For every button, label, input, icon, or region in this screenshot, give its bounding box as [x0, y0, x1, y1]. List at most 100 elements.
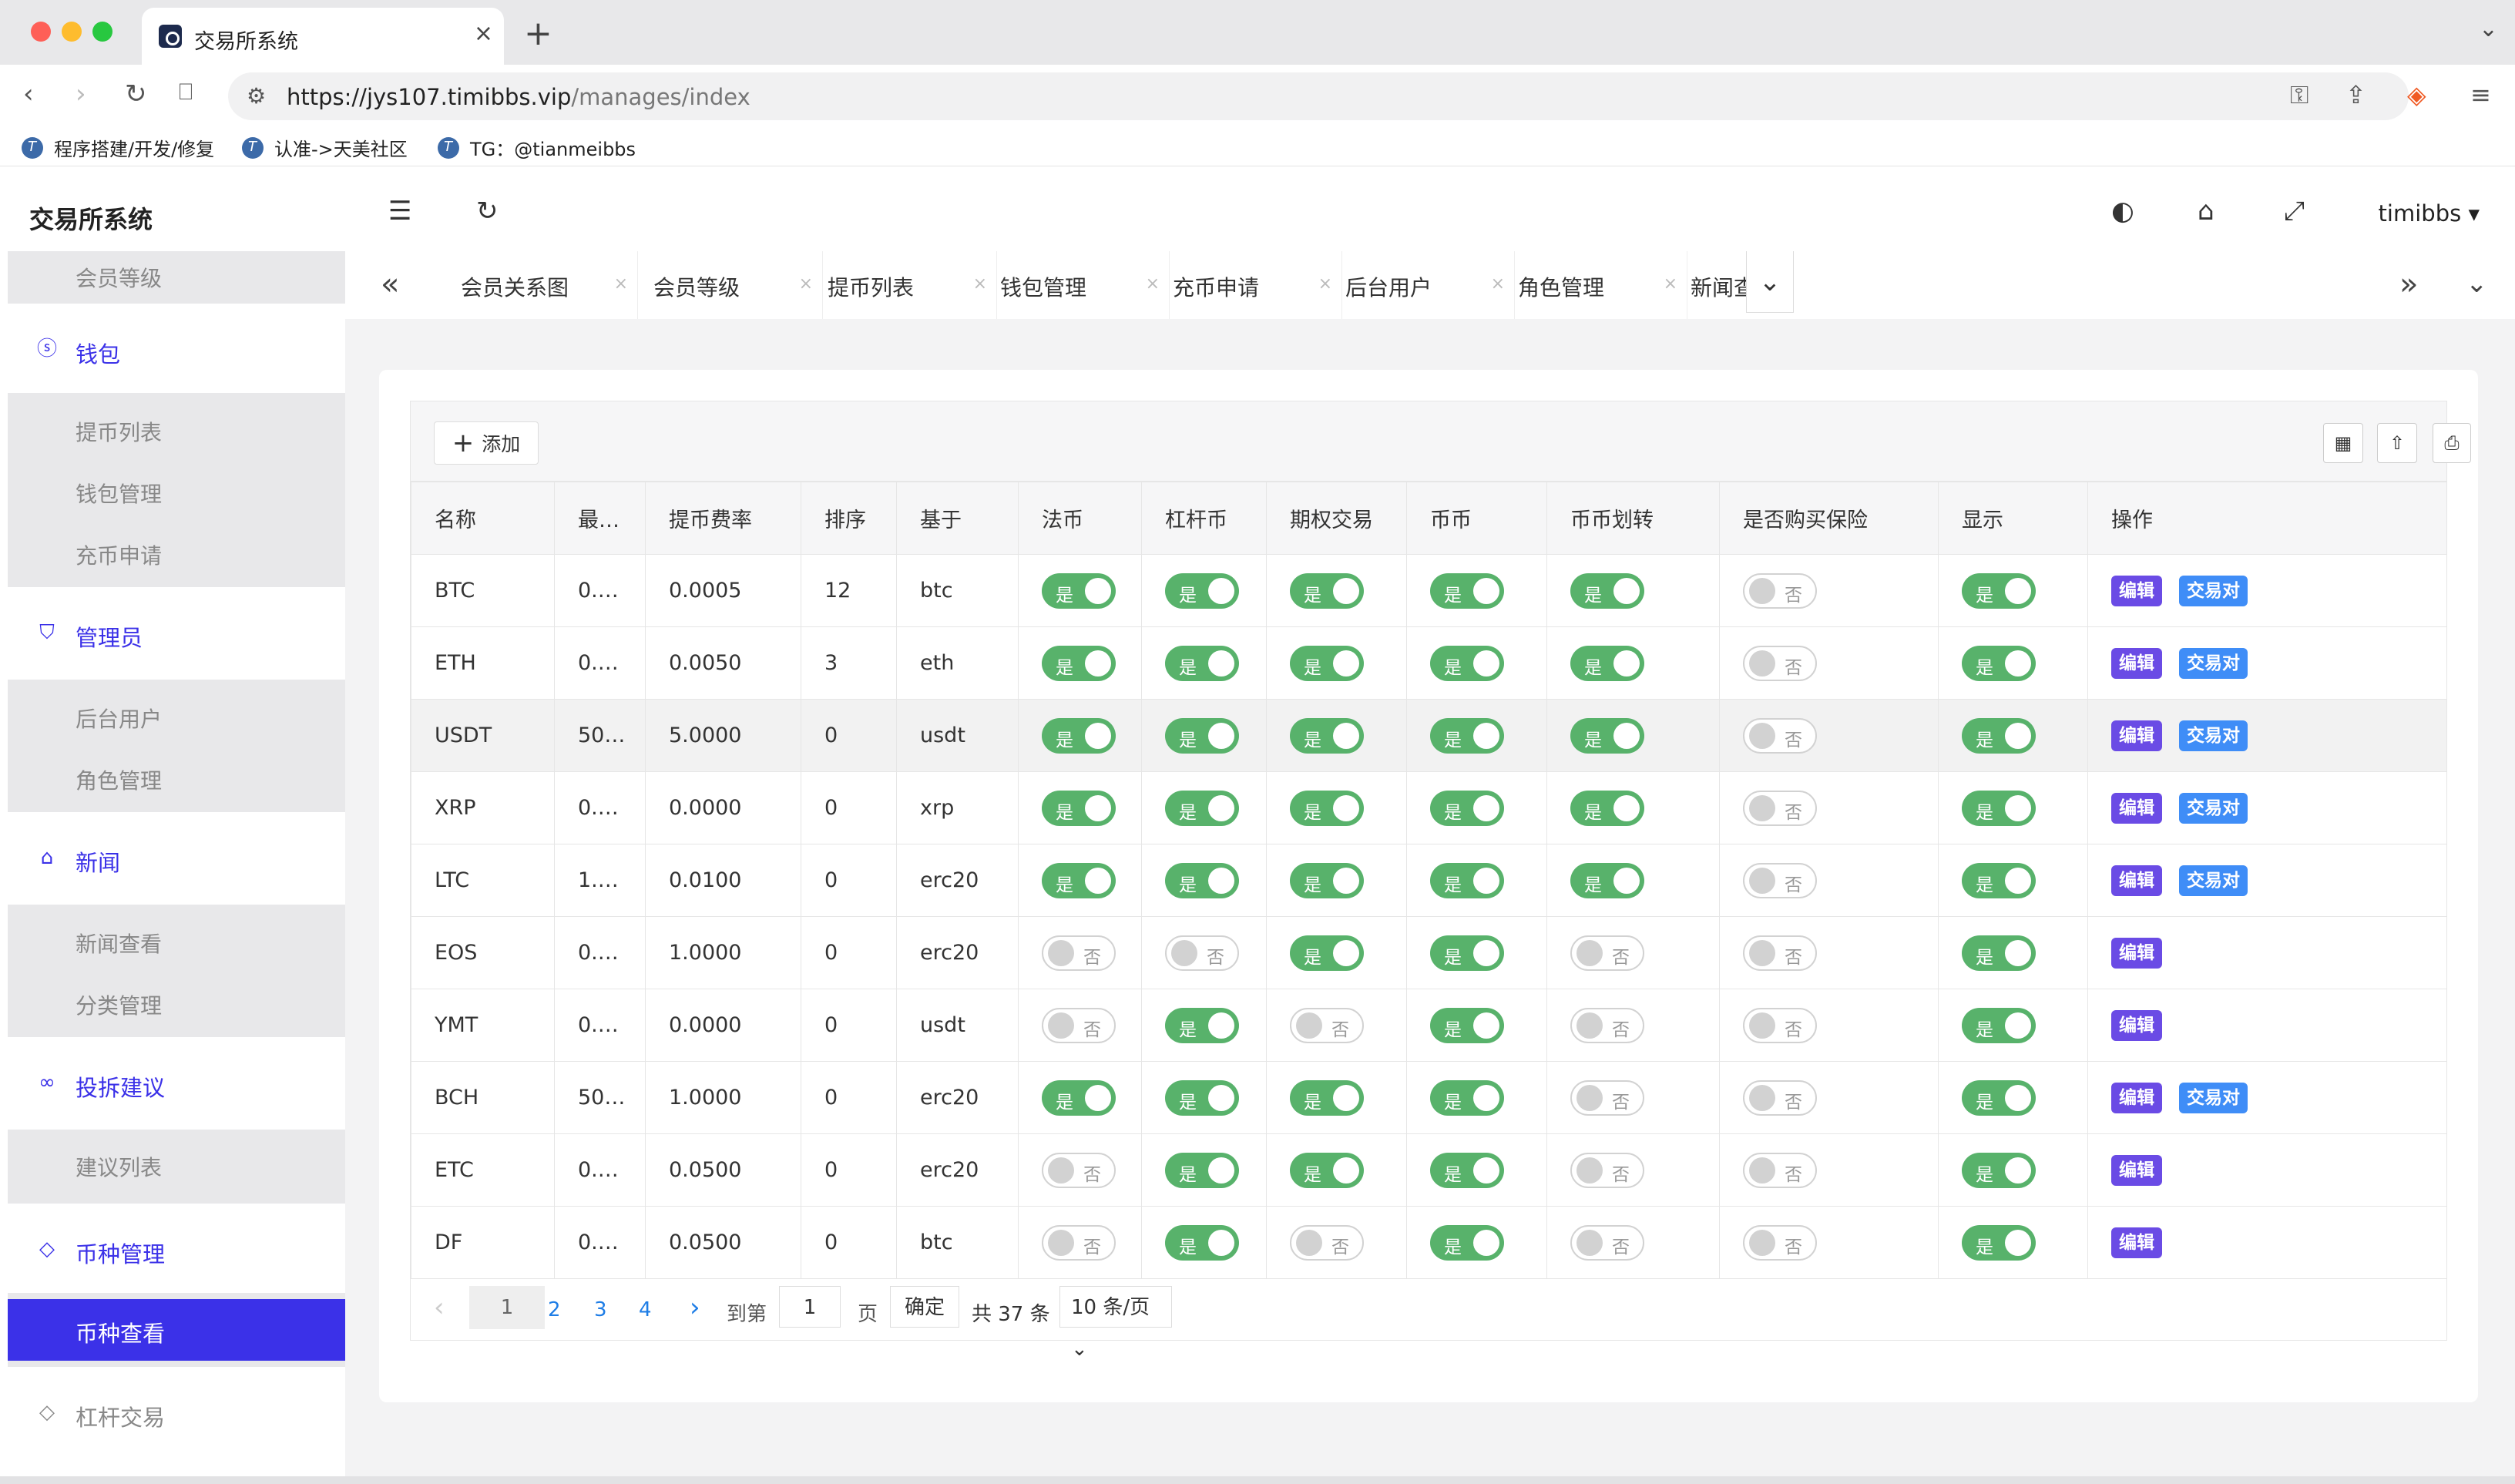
bookmark-icon[interactable]: ⎕ [179, 79, 193, 106]
insurance-toggle[interactable]: 否 [1743, 1007, 1817, 1043]
tag-icon[interactable]: ⌂ [2198, 196, 2214, 227]
column-header[interactable]: 币币划转 [1546, 482, 1720, 555]
key-icon[interactable]: ⚿ [2290, 80, 2308, 110]
trading-pair-button[interactable]: 交易对 [2179, 1082, 2248, 1113]
coin-transfer-toggle[interactable]: 否 [1570, 1152, 1644, 1188]
coin-toggle[interactable]: 是 [1430, 790, 1504, 826]
columns-filter-icon[interactable]: ▦ [2323, 423, 2363, 463]
fiat-toggle[interactable]: 是 [1042, 790, 1116, 826]
insurance-toggle[interactable]: 否 [1743, 790, 1817, 826]
close-window-button[interactable] [31, 22, 51, 42]
insurance-toggle[interactable]: 否 [1743, 1224, 1817, 1261]
option-toggle[interactable]: 否 [1290, 1007, 1364, 1043]
sidebar-item-backend-users[interactable]: 后台用户 [76, 703, 162, 734]
page-tab[interactable]: 新闻查 [1691, 251, 1746, 319]
refresh-icon[interactable]: ↻ [476, 196, 499, 227]
site-settings-icon[interactable]: ⚙ [247, 83, 266, 109]
coin-transfer-toggle[interactable]: 否 [1570, 935, 1644, 971]
column-header[interactable]: 基于 [896, 482, 1019, 555]
goto-confirm-button[interactable]: 确定 [890, 1286, 959, 1328]
leverage-toggle[interactable]: 否 [1165, 935, 1239, 971]
tab-close-icon[interactable]: × [474, 20, 493, 47]
coin-toggle[interactable]: 是 [1430, 1152, 1504, 1188]
column-header[interactable]: 杠杆币 [1141, 482, 1267, 555]
trading-pair-button[interactable]: 交易对 [2179, 865, 2248, 896]
insurance-toggle[interactable]: 否 [1743, 1152, 1817, 1188]
page-current[interactable]: 1 [469, 1286, 545, 1329]
coin-transfer-toggle[interactable]: 否 [1570, 1224, 1644, 1261]
menu-collapse-icon[interactable]: ☰ [388, 196, 411, 227]
sidebar-item-news-view[interactable]: 新闻查看 [76, 928, 162, 959]
minimize-window-button[interactable] [62, 22, 82, 42]
page-tab[interactable]: 会员关系图 × [461, 251, 638, 319]
forward-icon[interactable]: › [76, 79, 86, 109]
edit-button[interactable]: 编辑 [2111, 1009, 2162, 1041]
edit-button[interactable]: 编辑 [2111, 575, 2162, 606]
column-header[interactable]: 显示 [1938, 482, 2088, 555]
add-button[interactable]: + 添加 [434, 421, 539, 465]
coin-toggle[interactable]: 是 [1430, 645, 1504, 681]
trading-pair-button[interactable]: 交易对 [2179, 575, 2248, 606]
column-header[interactable]: 排序 [801, 482, 897, 555]
sidebar-item-category[interactable]: 分类管理 [76, 989, 162, 1020]
page-tab[interactable]: 钱包管理 × [1000, 251, 1170, 319]
display-toggle[interactable]: 是 [1962, 1152, 2036, 1188]
option-toggle[interactable]: 是 [1290, 1079, 1364, 1116]
leverage-toggle[interactable]: 是 [1165, 862, 1239, 898]
coin-toggle[interactable]: 是 [1430, 572, 1504, 609]
next-page-icon[interactable]: › [690, 1292, 700, 1323]
brave-shield-icon[interactable]: ◈ [2407, 80, 2426, 109]
new-tab-icon[interactable]: + [524, 14, 552, 53]
display-toggle[interactable]: 是 [1962, 790, 2036, 826]
coin-toggle[interactable]: 是 [1430, 862, 1504, 898]
sidebar-item-deposit-apply[interactable]: 充币申请 [76, 539, 162, 570]
tab-close-icon[interactable]: × [799, 274, 813, 294]
theme-palette-icon[interactable]: ◐ [2111, 196, 2134, 227]
column-header[interactable]: 是否购买保险 [1719, 482, 1939, 555]
sidebar-item-wallet-manage[interactable]: 钱包管理 [76, 478, 162, 509]
display-toggle[interactable]: 是 [1962, 717, 2036, 754]
option-toggle[interactable]: 是 [1290, 1152, 1364, 1188]
column-header[interactable]: 提币费率 [645, 482, 801, 555]
column-header[interactable]: 币币 [1406, 482, 1547, 555]
leverage-toggle[interactable]: 是 [1165, 1079, 1239, 1116]
insurance-toggle[interactable]: 否 [1743, 717, 1817, 754]
coin-transfer-toggle[interactable]: 是 [1570, 645, 1644, 681]
fiat-toggle[interactable]: 是 [1042, 572, 1116, 609]
coin-transfer-toggle[interactable]: 是 [1570, 790, 1644, 826]
sidebar-item-coin-manage[interactable]: ◇ 币种管理 [8, 1211, 345, 1288]
tab-list-chevron-icon[interactable]: ⌄ [2479, 15, 2498, 42]
user-menu[interactable]: timibbs ▾ [2379, 200, 2480, 227]
sidebar-item-suggestion-list[interactable]: 建议列表 [76, 1151, 162, 1182]
sidebar-item-coin-view[interactable]: 币种查看 [8, 1299, 345, 1361]
edit-button[interactable]: 编辑 [2111, 937, 2162, 969]
reload-icon[interactable]: ↻ [125, 79, 147, 109]
column-header[interactable]: 操作 [2087, 482, 2447, 555]
fiat-toggle[interactable]: 否 [1042, 1007, 1116, 1043]
sidebar-item-leverage[interactable]: ◇ 杠杆交易 [8, 1375, 345, 1452]
tab-close-icon[interactable]: × [1146, 274, 1160, 294]
tab-close-icon[interactable]: × [1318, 274, 1332, 294]
page-tab[interactable]: 充币申请 × [1173, 251, 1342, 319]
back-icon[interactable]: ‹ [23, 79, 34, 109]
edit-button[interactable]: 编辑 [2111, 1227, 2162, 1258]
bookmark-item[interactable]: 程序搭建/开发/修复 [22, 134, 214, 161]
option-toggle[interactable]: 是 [1290, 790, 1364, 826]
coin-transfer-toggle[interactable]: 是 [1570, 572, 1644, 609]
coin-transfer-toggle[interactable]: 是 [1570, 717, 1644, 754]
leverage-toggle[interactable]: 是 [1165, 1007, 1239, 1043]
browser-tab[interactable]: 交易所系统 × [142, 8, 504, 65]
share-icon[interactable]: ⇪ [2345, 80, 2366, 109]
tab-close-icon[interactable]: × [1491, 274, 1505, 294]
fiat-toggle[interactable]: 是 [1042, 645, 1116, 681]
maximize-window-button[interactable] [92, 22, 112, 42]
page-tab[interactable]: 会员等级 × [653, 251, 823, 319]
edit-button[interactable]: 编辑 [2111, 647, 2162, 679]
tabs-scroll-left-icon[interactable]: « [381, 267, 399, 302]
tabs-menu-chevron-icon[interactable]: ⌄ [2466, 268, 2488, 299]
page-tab[interactable]: 提币列表 × [828, 251, 997, 319]
display-toggle[interactable]: 是 [1962, 935, 2036, 971]
leverage-toggle[interactable]: 是 [1165, 1224, 1239, 1261]
edit-button[interactable]: 编辑 [2111, 1154, 2162, 1186]
display-toggle[interactable]: 是 [1962, 862, 2036, 898]
